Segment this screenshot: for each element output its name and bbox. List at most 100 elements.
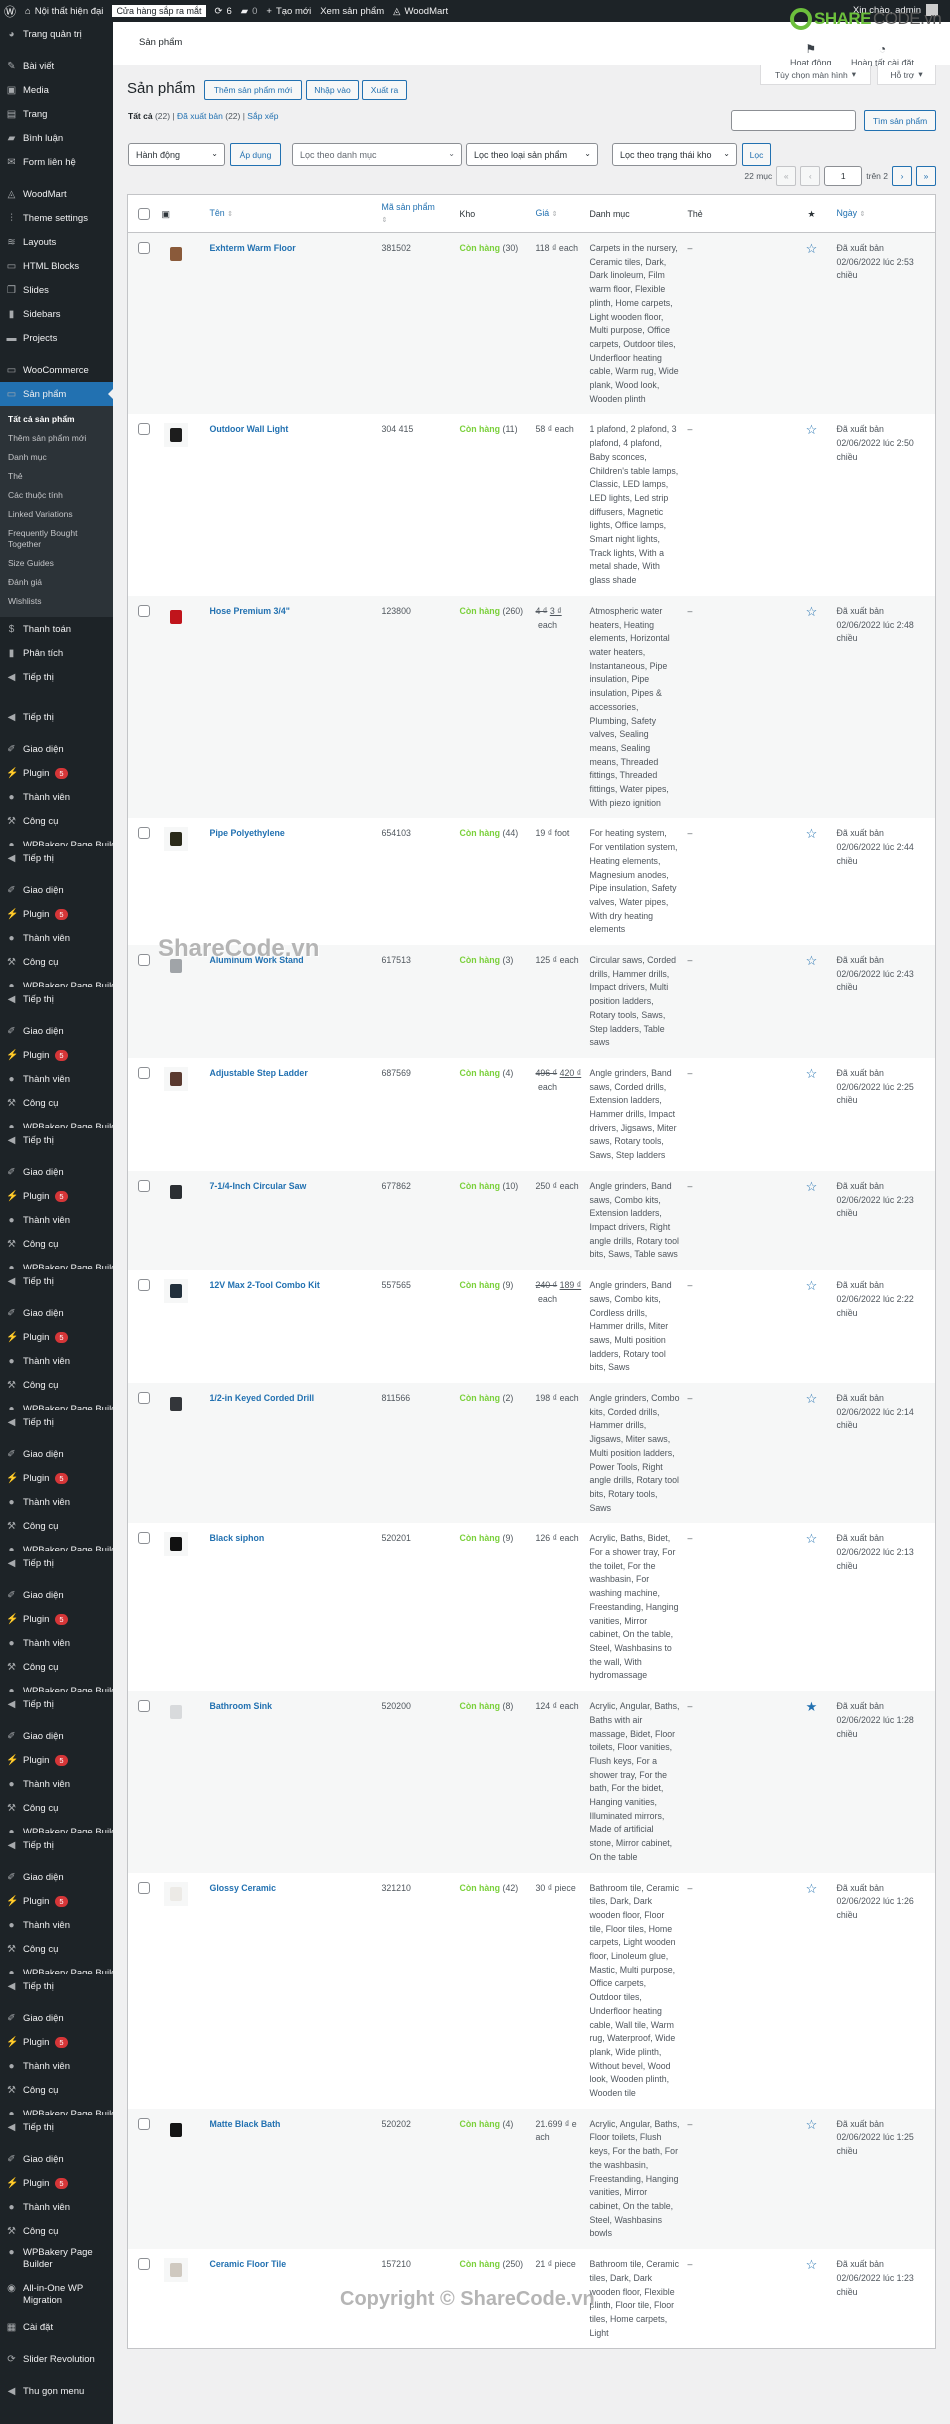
sidebar-item[interactable]: ✐ Giao diện (0, 1019, 113, 1043)
column-sku[interactable]: Mã sản phẩm ⇕ (377, 194, 456, 233)
first-page-button[interactable]: « (776, 166, 797, 186)
star-outline-icon[interactable]: ☆ (806, 1531, 818, 1546)
sidebar-item[interactable]: ⚡ Plugin 5 (0, 1466, 113, 1490)
sidebar-item[interactable]: ◀ Tiếp thị (0, 1269, 113, 1293)
row-checkbox[interactable] (138, 1279, 150, 1292)
sidebar-item[interactable]: ◕ Trang quản trị (0, 22, 113, 46)
row-checkbox[interactable] (138, 1881, 150, 1894)
sidebar-item[interactable]: ● WPBakery Page Builder (0, 1256, 113, 1270)
product-name-link[interactable]: Black siphon (210, 1533, 265, 1543)
product-search-input[interactable] (731, 110, 856, 131)
sidebar-item[interactable]: ● Thành viên (0, 1913, 113, 1937)
categories[interactable]: For heating system, For ventilation syst… (586, 818, 684, 945)
sidebar-item[interactable]: ● Thành viên (0, 1349, 113, 1373)
category-filter-select[interactable]: Lọc theo danh mục ⌄ (292, 143, 462, 166)
categories[interactable]: Angle grinders, Combo kits, Corded drill… (585, 1383, 684, 1524)
sidebar-item[interactable]: ◀ Tiếp thị (0, 2115, 113, 2139)
sidebar-item[interactable]: ● WPBakery Page Builder (0, 2243, 113, 2279)
submenu-item[interactable]: Danh mục (0, 448, 113, 467)
submenu-item[interactable]: Frequently Bought Together (0, 524, 113, 554)
row-checkbox[interactable] (138, 2258, 150, 2271)
sidebar-item[interactable]: ⚡ Plugin 5 (0, 1607, 113, 1631)
sidebar-item[interactable]: ⚒ Công cụ (0, 2078, 113, 2102)
submenu-item[interactable]: Thẻ (0, 467, 113, 486)
import-button[interactable]: Nhập vào (306, 80, 359, 100)
sidebar-item[interactable]: ◀ Tiếp thị (0, 987, 113, 1011)
product-thumbnail[interactable] (163, 1392, 188, 1417)
sidebar-item[interactable]: ⚒ Công cụ (0, 1796, 113, 1820)
search-products-button[interactable]: Tìm sản phẩm (864, 110, 936, 131)
sidebar-item[interactable]: ● Thành viên (0, 1631, 113, 1655)
star-outline-icon[interactable]: ☆ (806, 1278, 818, 1293)
sidebar-item[interactable]: ◀ Tiếp thị (0, 665, 113, 689)
sidebar-item[interactable]: ✐ Giao diện (0, 878, 113, 902)
star-outline-icon[interactable]: ☆ (806, 422, 818, 437)
sidebar-item[interactable]: ● WPBakery Page Builder (0, 1397, 113, 1411)
sidebar-item[interactable]: ◀ Tiếp thị (0, 1410, 113, 1434)
sidebar-item[interactable]: ⚒ Công cụ (0, 1655, 113, 1679)
categories[interactable]: Angle grinders, Band saws, Combo kits, E… (585, 1170, 684, 1271)
submenu-item[interactable]: Các thuộc tính (0, 486, 113, 505)
product-name-link[interactable]: Glossy Ceramic (210, 1883, 277, 1893)
product-thumbnail[interactable] (163, 1881, 188, 1906)
bulk-action-select[interactable]: Hành động ⌄ (128, 143, 225, 166)
current-page-input[interactable]: 1 (824, 166, 863, 186)
product-type-filter-select[interactable]: Lọc theo loại sản phẩm ⌄ (466, 143, 598, 166)
sidebar-item[interactable]: ▮ Sidebars (0, 302, 113, 326)
woodmart-link[interactable]: ◬ WoodMart (393, 6, 448, 17)
product-name-link[interactable]: Ceramic Floor Tile (210, 2259, 287, 2269)
sidebar-item[interactable]: ● WPBakery Page Builder (0, 1820, 113, 1834)
sidebar-item[interactable]: ✐ Giao diện (0, 2147, 113, 2171)
new-content-link[interactable]: + Tạo mới (266, 6, 311, 17)
submenu-item[interactable]: Thêm sản phẩm mới (0, 429, 113, 448)
sidebar-item[interactable]: ● Thành viên (0, 2054, 113, 2078)
categories[interactable]: Acrylic, Baths, Bidet, For a shower tray… (586, 1523, 684, 1691)
categories[interactable]: Angle grinders, Band saws, Corded drills… (586, 1058, 684, 1171)
select-all-checkbox[interactable] (138, 207, 150, 220)
sidebar-item[interactable]: ✐ Giao diện (0, 1724, 113, 1748)
sidebar-item[interactable]: ● Thành viên (0, 785, 113, 809)
sidebar-item[interactable]: ● WPBakery Page Builder (0, 1115, 113, 1129)
sidebar-item[interactable]: ⚡ Plugin 5 (0, 1748, 113, 1772)
prev-page-button[interactable]: ‹ (800, 166, 821, 186)
sidebar-item[interactable]: ▮ Phân tích (0, 641, 113, 665)
sidebar-item[interactable]: ⚒ Công cụ (0, 1937, 113, 1961)
sidebar-item[interactable]: ✐ Giao diện (0, 1160, 113, 1184)
row-checkbox[interactable] (138, 1179, 150, 1192)
sidebar-item[interactable]: ⚡ Plugin 5 (0, 2171, 113, 2195)
submenu-item[interactable]: Linked Variations (0, 505, 113, 524)
site-name-link[interactable]: ⌂ Nội thất hiện đại (25, 6, 103, 17)
add-new-product-button[interactable]: Thêm sản phẩm mới (204, 80, 302, 100)
sidebar-item[interactable]: ● WPBakery Page Builder (0, 1961, 113, 1975)
row-checkbox[interactable] (138, 1066, 150, 1079)
sidebar-item[interactable]: ✎ Bài viết (0, 54, 113, 78)
sidebar-item[interactable]: ⚡ Plugin 5 (0, 902, 113, 926)
sidebar-item[interactable]: ⫶ Theme settings (0, 206, 113, 230)
row-checkbox[interactable] (138, 1392, 150, 1405)
apply-button[interactable]: Áp dụng (230, 143, 281, 166)
product-name-link[interactable]: Adjustable Step Ladder (210, 1068, 308, 1078)
product-name-link[interactable]: Outdoor Wall Light (210, 424, 289, 434)
star-outline-icon[interactable]: ☆ (806, 1881, 818, 1896)
star-outline-icon[interactable]: ☆ (806, 2117, 818, 2132)
sidebar-item[interactable]: ● Thành viên (0, 2195, 113, 2219)
sidebar-item[interactable]: ✐ Giao diện (0, 1583, 113, 1607)
stock-status-filter-select[interactable]: Lọc theo trạng thái kho ⌄ (612, 143, 737, 166)
sidebar-item[interactable]: ● Thành viên (0, 1490, 113, 1514)
sidebar-item[interactable]: $ Thanh toán (0, 617, 113, 641)
product-name-link[interactable]: Matte Black Bath (210, 2119, 281, 2129)
categories[interactable]: Bathroom tile, Ceramic tiles, Dark, Dark… (586, 2249, 684, 2349)
sidebar-item[interactable]: ● WPBakery Page Builder (0, 1679, 113, 1693)
sidebar-item[interactable]: ✐ Giao diện (0, 2006, 113, 2030)
product-thumbnail[interactable] (163, 1279, 188, 1304)
sidebar-item[interactable]: ▣ Media (0, 78, 113, 102)
sidebar-item[interactable]: ▰ Bình luận (0, 126, 113, 150)
sidebar-item[interactable]: ⚡ Plugin 5 (0, 1184, 113, 1208)
sidebar-item[interactable]: ◀ Thu gọn menu (0, 2379, 113, 2403)
product-thumbnail[interactable] (163, 242, 188, 266)
sidebar-item[interactable]: ⚒ Công cụ (0, 1232, 113, 1256)
filter-button[interactable]: Lọc (742, 143, 771, 166)
submenu-item[interactable]: Đánh giá (0, 573, 113, 592)
screen-options-button[interactable]: Tùy chọn màn hình ▾ (760, 65, 871, 85)
product-name-link[interactable]: Hose Premium 3/4" (210, 606, 290, 616)
